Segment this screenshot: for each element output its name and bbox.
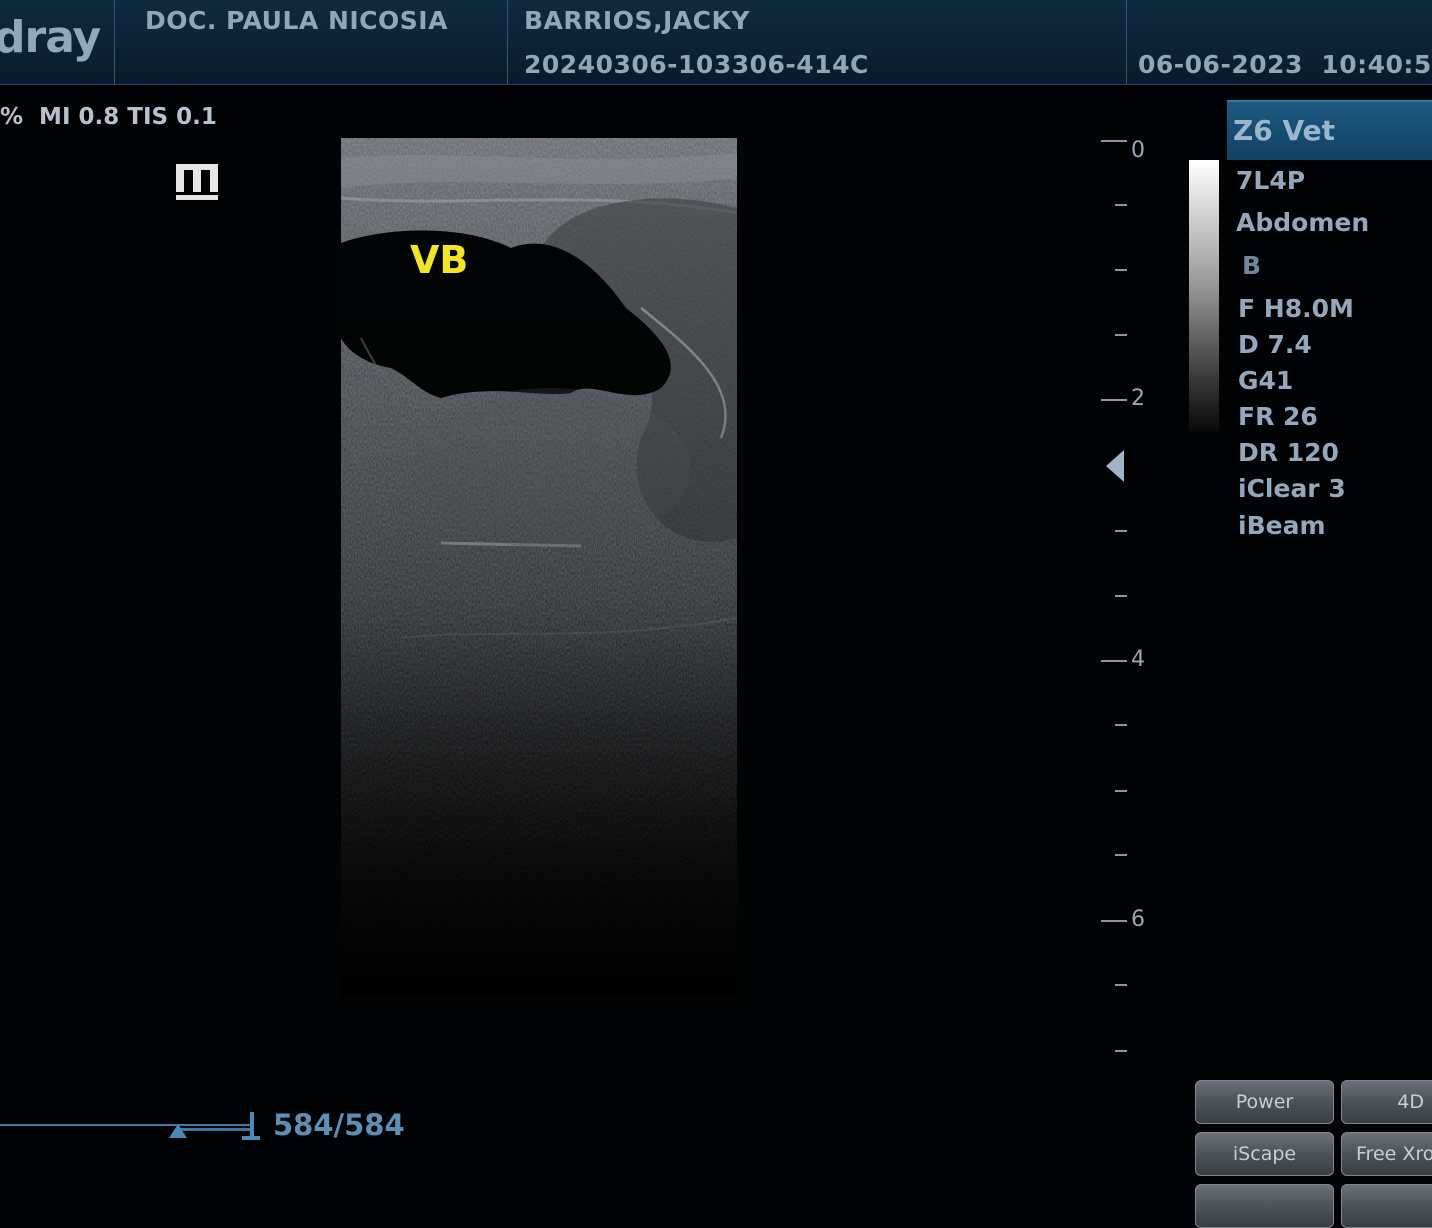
ibeam-value: iBeam: [1238, 511, 1326, 540]
gain-value: G41: [1238, 366, 1294, 395]
iscape-button[interactable]: iScape: [1195, 1132, 1334, 1176]
depth-tick: [1115, 334, 1127, 336]
system-model-tab: Z6 Vet: [1227, 100, 1432, 160]
dynamic-range-value: DR 120: [1238, 438, 1339, 467]
cine-progress-bar[interactable]: [0, 1112, 260, 1144]
system-model: Z6 Vet: [1233, 114, 1336, 147]
free-xros-button[interactable]: Free Xro: [1341, 1132, 1432, 1176]
patient-cell: BARRIOS,JACKY 20240306-103306-414C: [508, 0, 1127, 84]
power-button[interactable]: Power: [1195, 1080, 1334, 1124]
depth-label-6: 6: [1131, 907, 1145, 932]
ultrasound-image[interactable]: [341, 138, 737, 998]
frame-rate-value: FR 26: [1238, 402, 1318, 431]
brand-logo: dray: [0, 12, 101, 63]
depth-label-0: 0: [1131, 138, 1145, 163]
depth-scale: 0 2 4 6: [1095, 130, 1165, 1070]
probe-name: 7L4P: [1236, 166, 1306, 195]
4d-button[interactable]: 4D: [1341, 1080, 1432, 1124]
brand-cell: dray: [0, 0, 115, 84]
ultrasound-speckle: [341, 138, 737, 998]
doctor-cell: DOC. PAULA NICOSIA: [115, 0, 508, 84]
iclear-value: iClear 3: [1238, 474, 1346, 503]
depth-label-2: 2: [1131, 386, 1145, 411]
depth-tick: [1115, 724, 1127, 726]
frequency-value: F H8.0M: [1238, 294, 1354, 323]
depth-tick: [1115, 204, 1127, 206]
header-bar: dray DOC. PAULA NICOSIA BARRIOS,JACKY 20…: [0, 0, 1432, 85]
cine-line: [0, 1124, 250, 1126]
depth-tick: [1115, 595, 1127, 597]
depth-tick: [1101, 399, 1127, 401]
cine-range: [178, 1128, 250, 1131]
softkey-button[interactable]: [1341, 1184, 1432, 1228]
cine-frame-count: 584/584: [273, 1108, 405, 1142]
patient-id: 20240306-103306-414C: [524, 50, 869, 79]
depth-value: D 7.4: [1238, 330, 1312, 359]
softkey-button[interactable]: [1195, 1184, 1334, 1228]
depth-tick: [1101, 140, 1127, 142]
depth-tick: [1115, 530, 1127, 532]
exam-datetime: 06-06-2023 10:40:52: [1138, 50, 1432, 79]
depth-tick: [1115, 854, 1127, 856]
annotation-label[interactable]: VB: [410, 238, 468, 282]
exam-preset: Abdomen: [1236, 208, 1370, 237]
grayscale-bar: [1189, 160, 1219, 432]
depth-tick: [1101, 920, 1127, 922]
mindray-orientation-icon: [176, 164, 218, 200]
depth-tick: [1115, 269, 1127, 271]
acoustic-output-readout: % MI 0.8 TIS 0.1: [0, 104, 217, 130]
cine-start-marker-icon[interactable]: [169, 1124, 187, 1138]
doctor-name: DOC. PAULA NICOSIA: [145, 6, 448, 35]
cine-end-foot: [242, 1136, 260, 1140]
focus-position-marker[interactable]: [1106, 450, 1124, 482]
depth-tick: [1101, 660, 1127, 662]
patient-name: BARRIOS,JACKY: [524, 6, 750, 35]
depth-label-4: 4: [1131, 647, 1145, 672]
depth-tick: [1115, 984, 1127, 986]
depth-tick: [1115, 1050, 1127, 1052]
imaging-mode: B: [1242, 251, 1262, 280]
depth-tick: [1115, 790, 1127, 792]
